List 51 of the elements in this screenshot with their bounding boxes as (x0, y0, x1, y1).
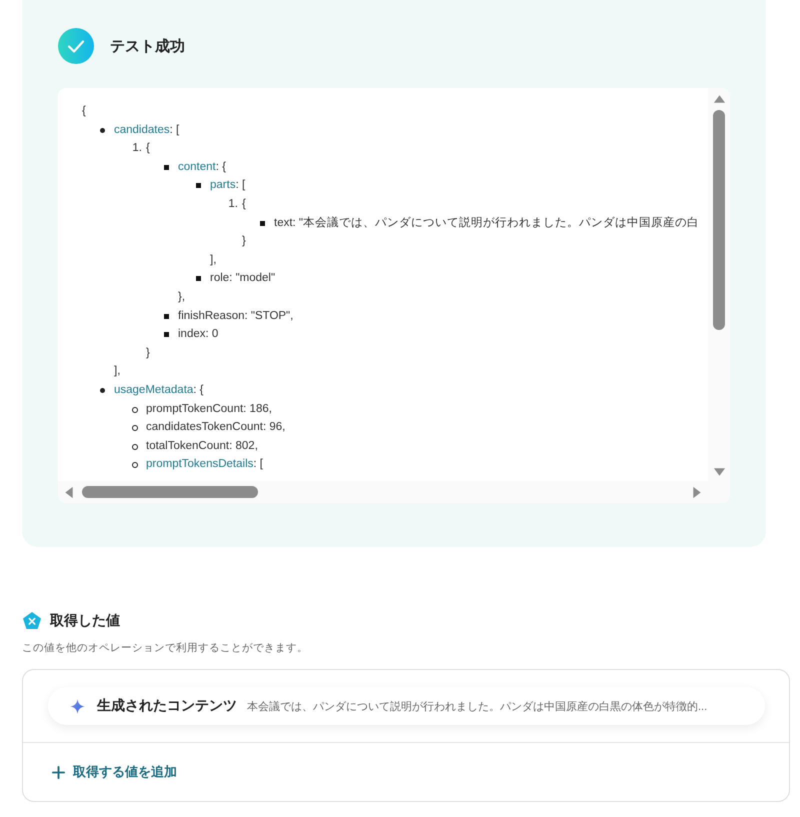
vertical-scrollbar[interactable] (708, 88, 730, 481)
code-text: }, (178, 290, 186, 305)
code-text: usageMetadata: { (114, 382, 204, 398)
scroll-up-icon[interactable] (712, 94, 726, 104)
code-text: ], (114, 364, 120, 380)
code-text: } (146, 346, 150, 361)
bullet-icon (132, 444, 138, 450)
scroll-down-icon[interactable] (712, 467, 726, 477)
bullet-icon (196, 276, 201, 282)
bullet-icon (164, 314, 169, 319)
code-text: promptTokensDetails: [ (146, 457, 263, 472)
section-description: この値を他のオペレーションで利用することができます。 (22, 641, 309, 655)
code-text: { (242, 196, 246, 212)
result-title: テスト成功 (110, 36, 185, 56)
code-text: role: "model" (210, 271, 276, 286)
bullet-icon (164, 332, 169, 338)
code-text: candidatesTokenCount: 96, (146, 420, 286, 436)
section-title: 取得した値 (50, 612, 120, 630)
bullet-icon (164, 164, 169, 170)
scroll-left-icon[interactable] (64, 486, 74, 498)
bullet-icon (260, 220, 265, 226)
value-preview: 本会議では、パンダについて説明が行われました。パンダは中国原産の白黒の体色が特徴的... (247, 700, 708, 714)
code-text: parts: [ (210, 178, 246, 194)
variable-icon (22, 611, 42, 631)
code-text: finishReason: "STOP", (178, 308, 294, 324)
code-text: index: 0 (178, 327, 218, 342)
value-chip[interactable]: 生成されたコンテンツ 本会議では、パンダについて説明が行われました。パンダは中国原産の白黒の体色が特徴的... (48, 687, 765, 725)
code-text: content: { (178, 160, 226, 175)
list-number: 1. (132, 141, 142, 156)
horizontal-scrollbar[interactable] (58, 481, 730, 503)
code-text: promptTokenCount: 186, (146, 402, 272, 416)
list-number: 1. (228, 196, 238, 212)
bullet-icon (132, 462, 138, 468)
scroll-right-icon[interactable] (692, 486, 702, 498)
code-text: candidates: [ (114, 122, 180, 138)
bullet-icon (196, 183, 201, 188)
bullet-icon (100, 388, 105, 393)
code-text: text: "本会議では、パンダについて説明が行われました。パンダは中国原産の白 (274, 215, 700, 231)
code-text: { (146, 141, 150, 156)
value-name: 生成されたコンテンツ (97, 697, 237, 715)
code-text: } (242, 234, 246, 250)
sparkle-icon (70, 698, 85, 714)
code-text: { (82, 104, 86, 119)
bullet-icon (132, 425, 138, 432)
add-value-button[interactable]: 取得する値を追加 (50, 759, 179, 785)
check-icon (58, 28, 94, 64)
code-text: ], (210, 252, 216, 268)
bullet-icon (100, 128, 105, 133)
code-text: totalTokenCount: 802, (146, 438, 258, 454)
plus-icon (52, 766, 65, 778)
bullet-icon (132, 406, 138, 412)
